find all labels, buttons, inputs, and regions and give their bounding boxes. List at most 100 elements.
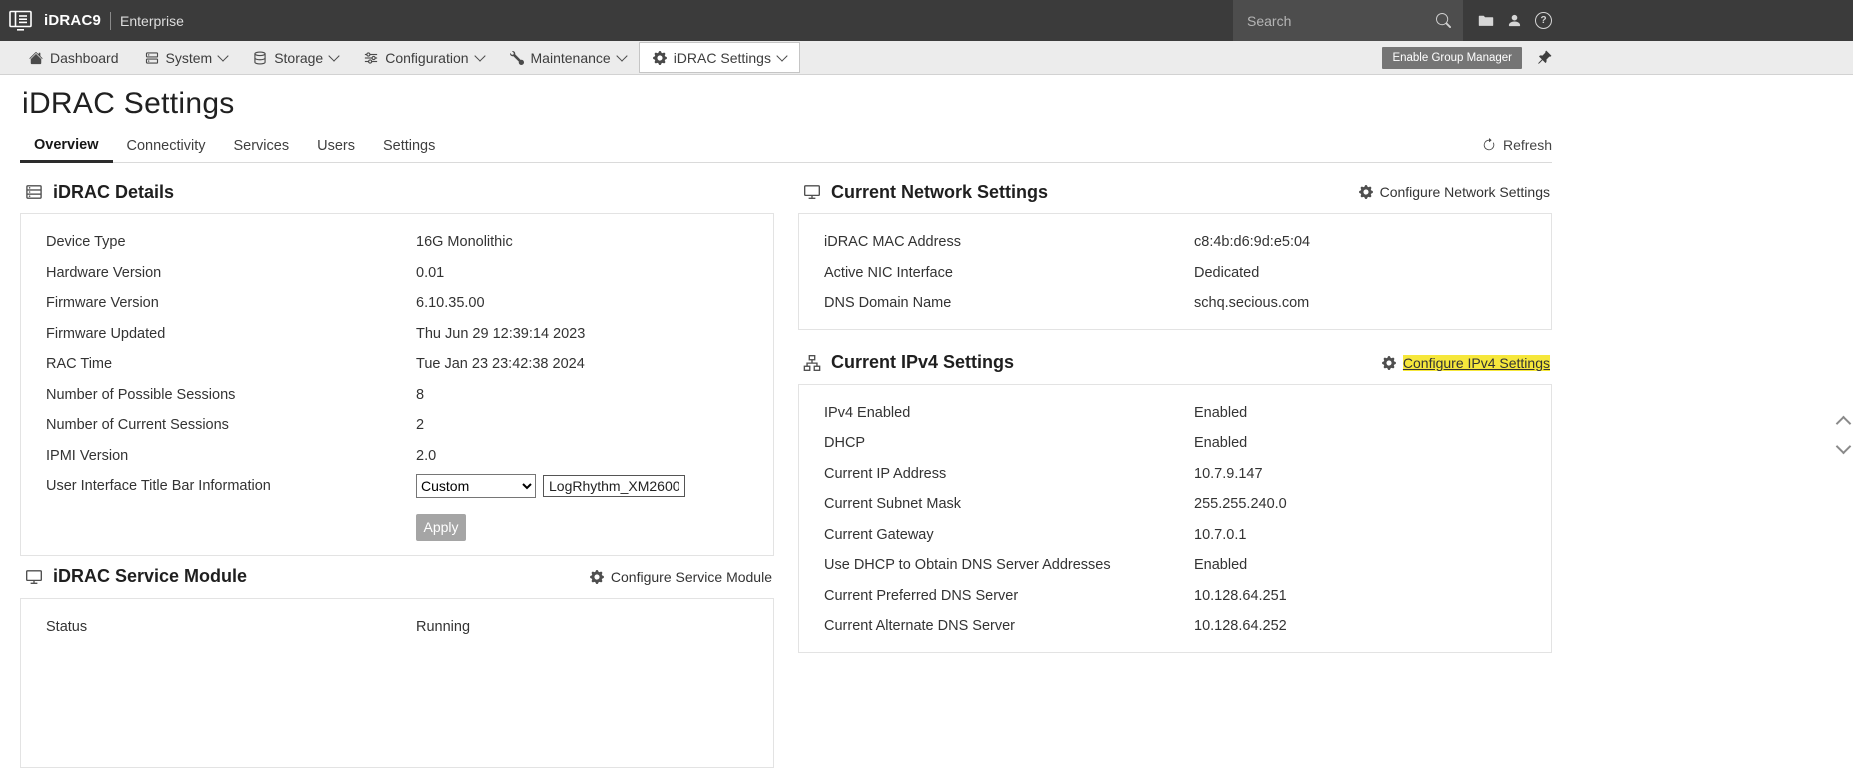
gear-icon [652,50,667,65]
row-value: schq.secious.com [1194,295,1310,312]
content-grid: iDRAC Details Device Type 16G Monolithic [20,171,1552,768]
configure-service-module-link[interactable]: Configure Service Module [589,569,774,585]
top-header: iDRAC9 Enterprise ? [0,0,1853,41]
refresh-button[interactable]: Refresh [1482,137,1552,162]
ipv4-settings-panel: IPv4 Enabled Enabled DHCP Enabled Curren… [798,383,1552,653]
scroll-up-icon[interactable] [1835,415,1852,432]
ipv4-settings-header: Current IPv4 Settings Configure IPv4 Set… [798,342,1552,384]
nav-item-configuration[interactable]: Configuration [351,41,496,74]
configure-ipv4-settings-link[interactable]: Configure IPv4 Settings [1381,354,1552,371]
tab-services[interactable]: Services [219,130,303,163]
row-value: 0.01 [416,264,445,281]
pin-icon[interactable] [1537,50,1552,65]
sliders-icon [364,51,378,65]
help-icon[interactable]: ? [1535,12,1552,29]
row-label: iDRAC MAC Address [824,234,961,251]
chevron-down-icon [616,49,628,62]
storage-icon [253,50,267,65]
title-bar-select[interactable]: Custom [416,474,536,499]
detail-row: Use DHCP to Obtain DNS Server Addresses … [799,550,1551,581]
row-label: Current Alternate DNS Server [824,618,1015,635]
apply-button[interactable]: Apply [416,513,466,541]
network-rows: iDRAC MAC Address c8:4b:d6:9d:e5:04 Acti… [799,227,1551,319]
detail-row: DHCP Enabled [799,428,1551,459]
detail-row: Status Running [21,612,773,643]
header-icon-group: ? [1478,12,1552,29]
nav-item-system[interactable]: System [132,41,241,74]
row-value: Dedicated [1194,264,1260,281]
search-input[interactable] [1245,11,1436,30]
tab-overview[interactable]: Overview [20,129,113,163]
detail-row: IPv4 Enabled Enabled [799,398,1551,429]
row-label: RAC Time [46,356,113,373]
tab-settings[interactable]: Settings [369,130,449,163]
nav-label: Storage [274,49,324,66]
file-manager-icon[interactable] [1478,13,1494,29]
row-label: Number of Possible Sessions [46,386,236,403]
detail-row: Firmware Updated Thu Jun 29 12:39:14 202… [21,319,773,350]
row-value: 2 [416,417,425,434]
chevron-down-icon [473,49,486,62]
refresh-icon [1482,138,1496,152]
server-icon [145,51,159,65]
gear-icon [1358,185,1373,199]
tab-connectivity[interactable]: Connectivity [113,130,220,163]
section-title: Current IPv4 Settings [831,352,1015,372]
row-label: Use DHCP to Obtain DNS Server Addresses [824,557,1111,574]
row-label: Current Preferred DNS Server [824,587,1019,604]
nav-label: iDRAC Settings [673,49,771,66]
row-value: Enabled [1194,435,1248,452]
row-label: Number of Current Sessions [46,417,229,434]
row-label: Current Gateway [824,526,934,543]
monitor-icon [25,568,43,586]
nav-label: System [165,49,213,66]
nav-item-idrac-settings[interactable]: iDRAC Settings [638,42,800,73]
row-value: c8:4b:d6:9d:e5:04 [1194,234,1311,251]
main-nav: Dashboard System Storage Configuration M… [0,41,1853,75]
service-module-header: iDRAC Service Module Configure Service M… [20,556,774,598]
idrac-details-header: iDRAC Details [20,171,774,213]
refresh-label: Refresh [1502,137,1552,153]
search-box[interactable] [1233,0,1463,41]
top-header-inner: iDRAC9 Enterprise ? [0,0,1552,41]
title-bar-row: User Interface Title Bar Information Cus… [21,471,773,502]
row-value: 10.7.9.147 [1194,465,1263,482]
row-value: 10.128.64.252 [1194,618,1287,635]
nav-item-dashboard[interactable]: Dashboard [16,41,132,74]
brand[interactable]: iDRAC9 Enterprise [0,10,184,31]
scroll-widget [1835,415,1852,455]
row-value: 10.128.64.251 [1194,587,1287,604]
scroll-down-icon[interactable] [1835,438,1852,455]
title-bar-input[interactable] [543,475,685,498]
row-value: Thu Jun 29 12:39:14 2023 [416,325,586,342]
detail-row: Number of Current Sessions 2 [21,410,773,441]
detail-row: Current Subnet Mask 255.255.240.0 [799,489,1551,520]
brand-edition: Enterprise [120,12,184,29]
row-label: User Interface Title Bar Information [46,478,271,495]
detail-row: DNS Domain Name schq.secious.com [799,288,1551,319]
configure-network-settings-link[interactable]: Configure Network Settings [1358,184,1552,200]
network-settings-panel: iDRAC MAC Address c8:4b:d6:9d:e5:04 Acti… [798,213,1552,330]
enable-group-manager-button[interactable]: Enable Group Manager [1382,46,1522,69]
search-icon[interactable] [1436,13,1451,28]
sitemap-icon [803,354,821,372]
detail-row: Current Gateway 10.7.0.1 [799,520,1551,551]
row-value: Tue Jan 23 23:42:38 2024 [416,356,585,373]
chevron-down-icon [328,49,340,62]
detail-row: Device Type 16G Monolithic [21,227,773,258]
nav-item-storage[interactable]: Storage [240,41,351,74]
row-label: DNS Domain Name [824,295,952,312]
row-value: 10.7.0.1 [1194,526,1247,543]
brand-divider [110,11,112,30]
row-label: Firmware Updated [46,325,166,342]
user-icon[interactable] [1507,13,1522,28]
row-label: Status [46,618,88,635]
idrac-details-rows: Device Type 16G Monolithic Hardware Vers… [21,227,773,471]
ipv4-rows: IPv4 Enabled Enabled DHCP Enabled Curren… [799,398,1551,642]
nav-label: Configuration [385,49,469,66]
nav-item-maintenance[interactable]: Maintenance [497,41,639,74]
monitor-icon [803,183,821,201]
tab-users[interactable]: Users [303,130,369,163]
row-value: 255.255.240.0 [1194,496,1287,513]
home-icon [29,51,43,65]
